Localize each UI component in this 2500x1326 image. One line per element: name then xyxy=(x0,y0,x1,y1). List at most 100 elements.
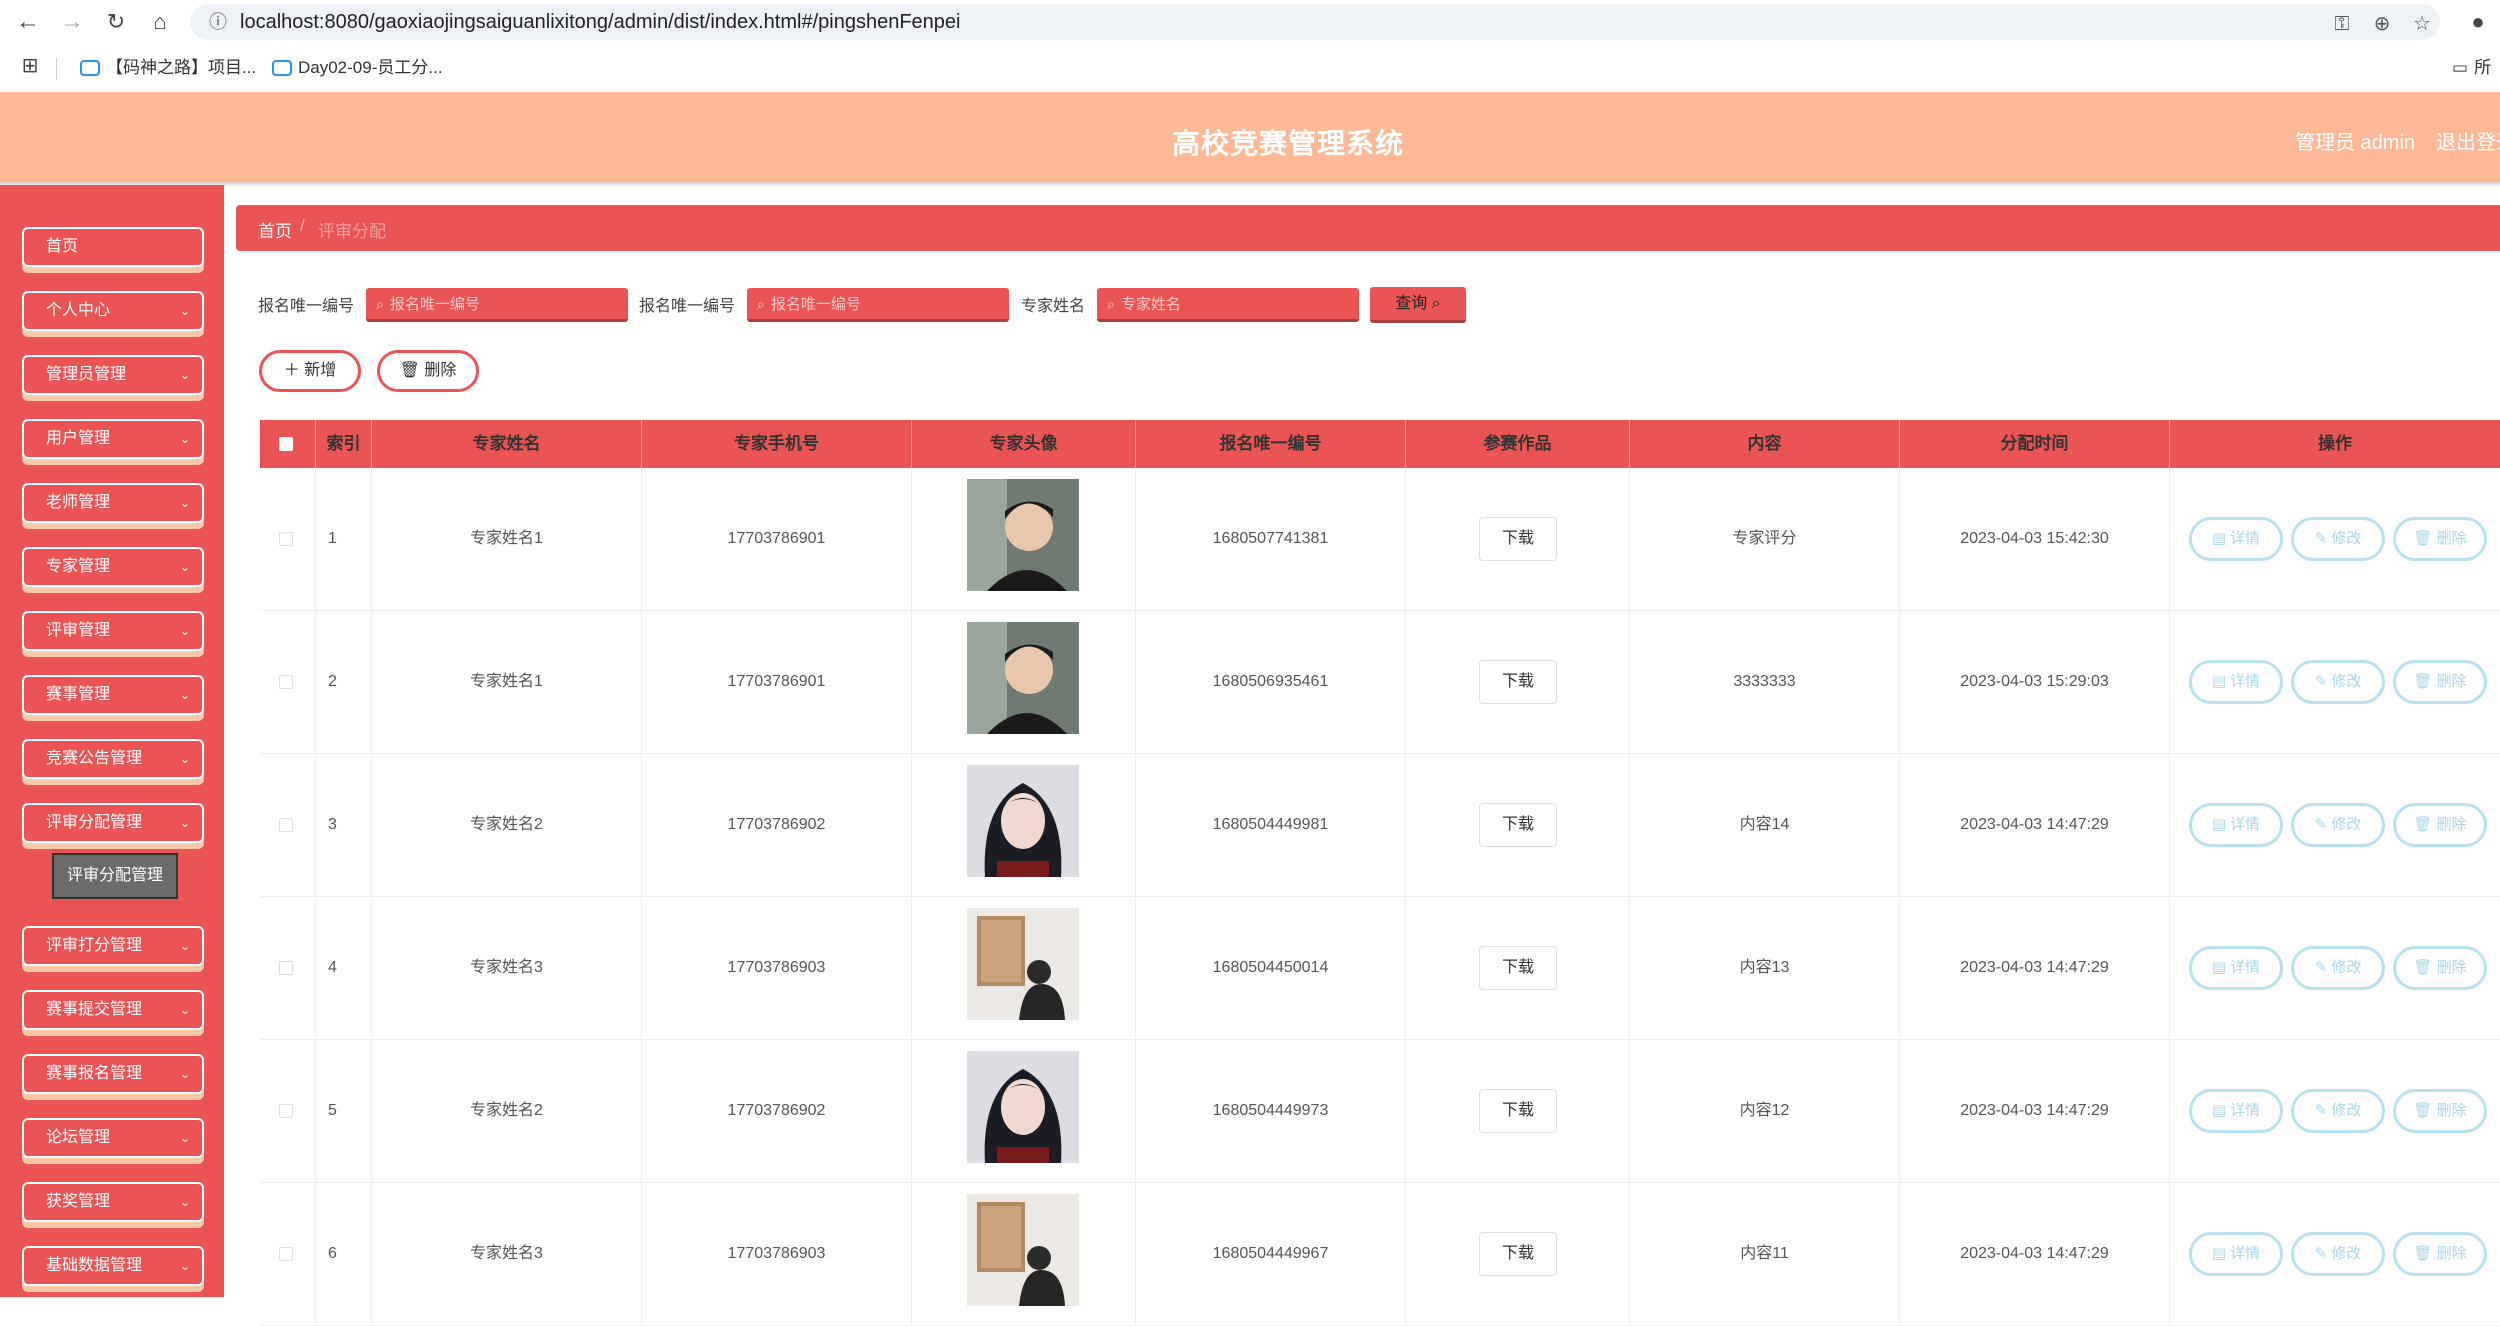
pencil-icon: ✎ xyxy=(2314,816,2328,833)
zoom-icon[interactable]: ⊕ xyxy=(2368,10,2396,38)
sidebar-item-reviews[interactable]: 评审管理 ⌄ xyxy=(22,611,204,651)
logout-link[interactable]: 退出登录 xyxy=(2436,126,2500,155)
row-delete-button[interactable]: 🗑 删除 xyxy=(2393,803,2487,847)
forward-icon[interactable]: → xyxy=(56,6,88,38)
pencil-icon: ✎ xyxy=(2314,959,2328,976)
trash-icon: 🗑 xyxy=(399,362,420,379)
detail-button[interactable]: ▤ 详情 xyxy=(2189,517,2283,561)
row-checkbox[interactable] xyxy=(279,532,293,546)
sidebar-item-notices[interactable]: 竞赛公告管理 ⌄ xyxy=(22,739,204,779)
row-checkbox[interactable] xyxy=(279,675,293,689)
sidebar-item-events[interactable]: 赛事管理 ⌄ xyxy=(22,675,204,715)
edit-button[interactable]: ✎ 修改 xyxy=(2291,1089,2385,1133)
site-info-icon[interactable]: ⓘ xyxy=(206,10,230,34)
sidebar-item-forum[interactable]: 论坛管理 ⌄ xyxy=(22,1118,204,1158)
query-button[interactable]: 查询 ⌕ xyxy=(1370,287,1466,323)
sidebar-item-registrations[interactable]: 赛事报名管理 ⌄ xyxy=(22,1054,204,1094)
profile-icon[interactable]: ● xyxy=(2462,6,2494,38)
sidebar-item-home[interactable]: 首页 xyxy=(22,227,204,267)
row-expert-phone: 17703786902 xyxy=(642,754,912,896)
password-key-icon[interactable]: ⚿ xyxy=(2328,10,2356,38)
add-button[interactable]: ＋ 新增 xyxy=(259,350,361,392)
row-regno: 1680504449973 xyxy=(1136,1040,1406,1182)
sidebar-item-submissions[interactable]: 赛事提交管理 ⌄ xyxy=(22,990,204,1030)
edit-button[interactable]: ✎ 修改 xyxy=(2291,946,2385,990)
sidebar-item-users[interactable]: 用户管理 ⌄ xyxy=(22,419,204,459)
folder-icon: ▭ xyxy=(2452,58,2469,77)
bookmark-folder[interactable]: ▭ 所 xyxy=(2452,56,2491,80)
trash-icon: 🗑 xyxy=(2413,959,2433,976)
apps-grid-icon[interactable]: ⊞ xyxy=(14,50,46,82)
bookmark-star-icon[interactable]: ☆ xyxy=(2408,10,2436,38)
bookmark-item[interactable]: Day02-09-员工分... xyxy=(272,56,443,80)
row-delete-button[interactable]: 🗑 删除 xyxy=(2393,517,2487,561)
table-row: 2 专家姓名1 17703786901 1680506935461 333333… xyxy=(260,611,2500,754)
sidebar-item-review-scoring[interactable]: 评审打分管理 ⌄ xyxy=(22,926,204,966)
home-icon[interactable]: ⌂ xyxy=(144,6,176,38)
edit-button[interactable]: ✎ 修改 xyxy=(2291,517,2385,561)
table-row: 4 专家姓名3 17703786903 1680504450014 内容13 2… xyxy=(260,897,2500,1040)
detail-button[interactable]: ▤ 详情 xyxy=(2189,946,2283,990)
download-button[interactable]: 下载 xyxy=(1479,660,1557,704)
detail-button[interactable]: ▤ 详情 xyxy=(2189,803,2283,847)
header-expert-avatar: 专家头像 xyxy=(912,420,1136,468)
row-checkbox[interactable] xyxy=(279,818,293,832)
trash-icon: 🗑 xyxy=(2413,673,2433,690)
sidebar-item-awards[interactable]: 获奖管理 ⌄ xyxy=(22,1182,204,1222)
edit-button[interactable]: ✎ 修改 xyxy=(2291,1232,2385,1276)
search-input-regno-2[interactable]: ⌕ 报名唯一编号 xyxy=(747,288,1009,322)
bookmark-item[interactable]: 【码神之路】项目... xyxy=(80,56,256,80)
sidebar-item-admins[interactable]: 管理员管理 ⌄ xyxy=(22,355,204,395)
bookmark-separator xyxy=(56,58,57,80)
search-icon: ⌕ xyxy=(757,296,765,312)
row-expert-phone: 17703786903 xyxy=(642,897,912,1039)
bilibili-icon xyxy=(80,60,100,76)
chevron-down-icon: ⌄ xyxy=(179,1003,190,1017)
download-button[interactable]: 下载 xyxy=(1479,517,1557,561)
row-delete-button[interactable]: 🗑 删除 xyxy=(2393,1232,2487,1276)
search-input-regno-1[interactable]: ⌕ 报名唯一编号 xyxy=(366,288,628,322)
delete-button[interactable]: 🗑 删除 xyxy=(377,350,479,392)
back-icon[interactable]: ← xyxy=(12,6,44,38)
header-select-all[interactable] xyxy=(260,420,316,468)
row-expert-name: 专家姓名1 xyxy=(372,611,642,753)
row-content: 内容13 xyxy=(1630,897,1900,1039)
detail-button[interactable]: ▤ 详情 xyxy=(2189,1089,2283,1133)
row-content: 内容11 xyxy=(1630,1183,1900,1325)
chevron-down-icon: ⌄ xyxy=(179,368,190,382)
detail-button[interactable]: ▤ 详情 xyxy=(2189,660,2283,704)
chevron-down-icon: ⌄ xyxy=(179,624,190,638)
search-input-expert-name[interactable]: ⌕ 专家姓名 xyxy=(1097,288,1359,322)
header-regno: 报名唯一编号 xyxy=(1136,420,1406,468)
edit-button[interactable]: ✎ 修改 xyxy=(2291,803,2385,847)
browser-chrome: ← → ↻ ⌂ ⓘ localhost:8080/gaoxiaojingsaig… xyxy=(0,0,2500,93)
download-button[interactable]: 下载 xyxy=(1479,1089,1557,1133)
row-checkbox[interactable] xyxy=(279,961,293,975)
download-button[interactable]: 下载 xyxy=(1479,1232,1557,1276)
expert-avatar-image xyxy=(967,1194,1079,1306)
download-button[interactable]: 下载 xyxy=(1479,803,1557,847)
app-header: 高校竞赛管理系统 管理员 admin 退出登录 xyxy=(0,92,2500,182)
row-delete-button[interactable]: 🗑 删除 xyxy=(2393,1089,2487,1133)
breadcrumb: 首页 / 评审分配 xyxy=(236,205,2500,251)
row-delete-button[interactable]: 🗑 删除 xyxy=(2393,660,2487,704)
download-button[interactable]: 下载 xyxy=(1479,946,1557,990)
sidebar-item-teachers[interactable]: 老师管理 ⌄ xyxy=(22,483,204,523)
expert-avatar-image xyxy=(967,479,1079,591)
detail-button[interactable]: ▤ 详情 xyxy=(2189,1232,2283,1276)
address-bar[interactable]: ⓘ localhost:8080/gaoxiaojingsaiguanlixit… xyxy=(190,4,2440,40)
sidebar-item-base-data[interactable]: 基础数据管理 ⌄ xyxy=(22,1246,204,1286)
sidebar-item-review-assign[interactable]: 评审分配管理 ⌄ xyxy=(22,803,204,843)
select-all-checkbox[interactable] xyxy=(279,437,293,451)
row-checkbox[interactable] xyxy=(279,1104,293,1118)
row-checkbox[interactable] xyxy=(279,1247,293,1261)
sidebar-item-experts[interactable]: 专家管理 ⌄ xyxy=(22,547,204,587)
reload-icon[interactable]: ↻ xyxy=(100,6,132,38)
pencil-icon: ✎ xyxy=(2314,673,2328,690)
sidebar-subitem-review-assign[interactable]: 评审分配管理 xyxy=(52,853,178,899)
chevron-down-icon: ⌄ xyxy=(179,432,190,446)
edit-button[interactable]: ✎ 修改 xyxy=(2291,660,2385,704)
row-delete-button[interactable]: 🗑 删除 xyxy=(2393,946,2487,990)
sidebar-item-profile[interactable]: 个人中心 ⌄ xyxy=(22,291,204,331)
breadcrumb-home[interactable]: 首页 xyxy=(258,217,292,242)
